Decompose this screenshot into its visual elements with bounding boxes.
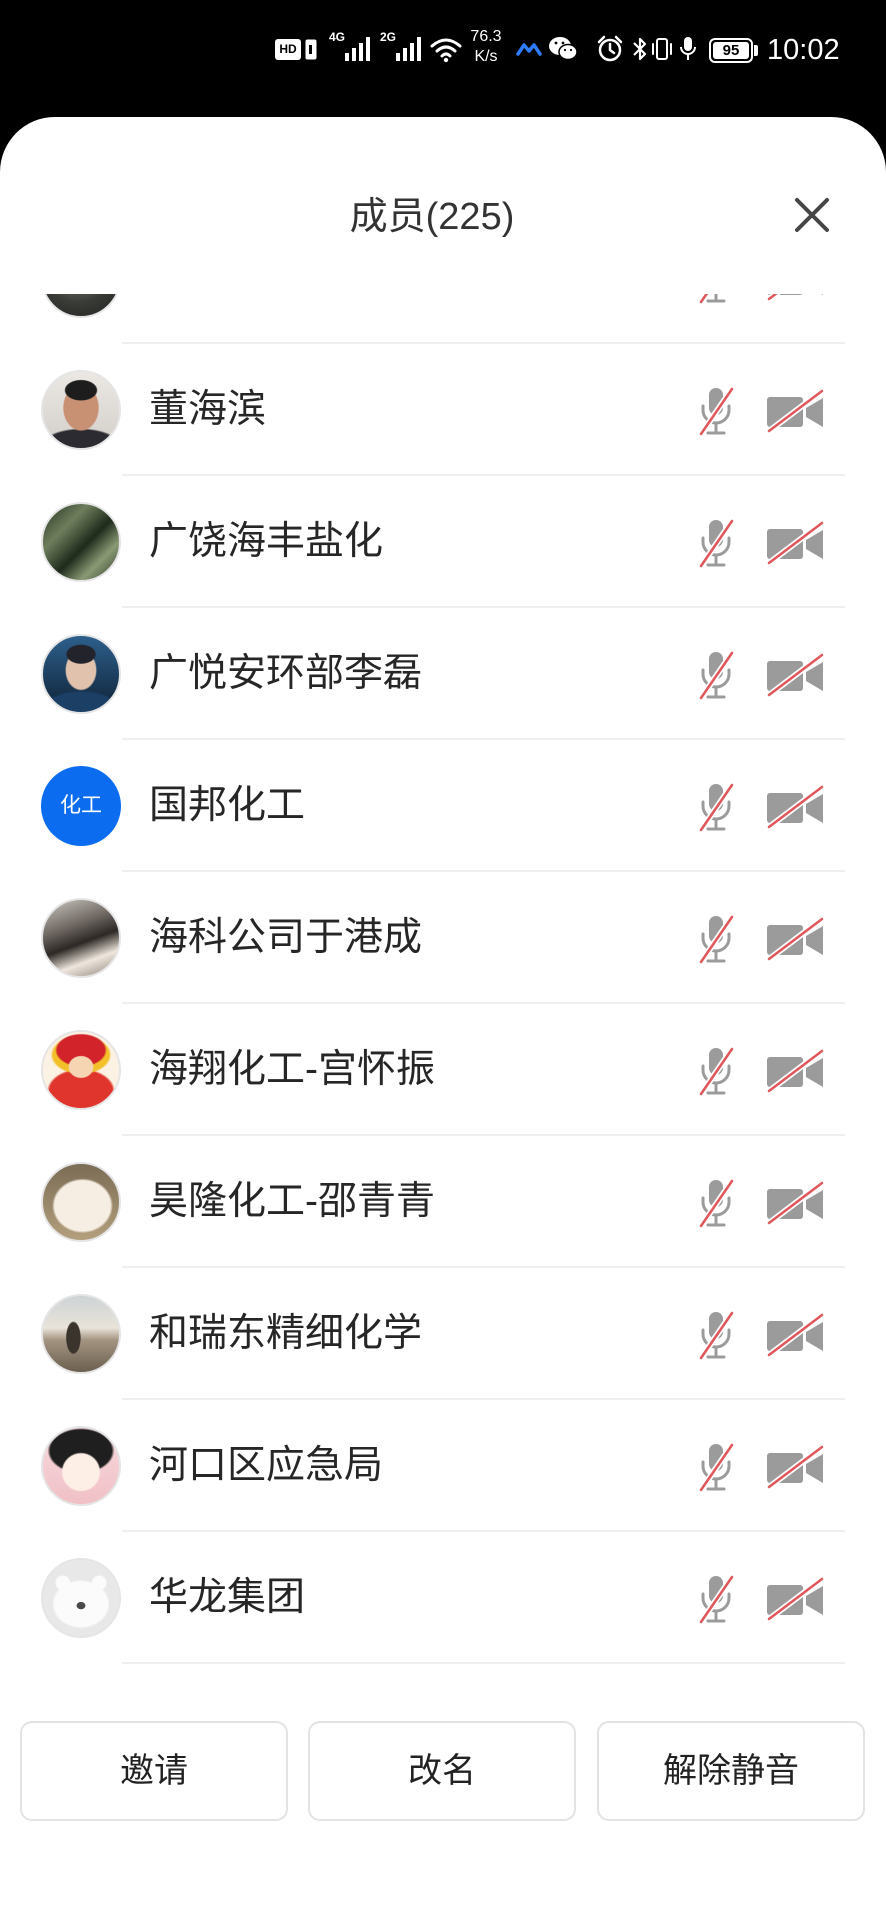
camera-off-icon: [765, 389, 825, 433]
avatar: [41, 1030, 121, 1110]
avatar: [41, 1294, 121, 1374]
mic-off-icon: [697, 781, 735, 833]
battery-level: 95: [713, 42, 749, 59]
signal-icon: [345, 37, 370, 61]
member-name: 华龙集团: [149, 1576, 306, 1619]
mic-off-icon: [697, 294, 735, 305]
camera-off-icon: [765, 294, 825, 301]
member-row[interactable]: 海科公司于港成: [0, 872, 886, 1004]
member-row[interactable]: [0, 294, 886, 344]
member-row[interactable]: 河口区应急局: [0, 1400, 886, 1532]
camera-off-icon: [765, 653, 825, 697]
camera-off-icon: [765, 1577, 825, 1621]
camera-off-icon: [765, 521, 825, 565]
camera-off-icon: [765, 1181, 825, 1225]
mic-off-icon: [697, 1177, 735, 1229]
net-speed: 76.3: [470, 28, 502, 45]
sim1-network-type: 4G: [329, 30, 346, 44]
member-name: 和瑞东精细化学: [149, 1312, 423, 1355]
avatar: [41, 502, 121, 582]
mic-off-icon: [697, 1309, 735, 1361]
microphone-icon: [680, 37, 696, 60]
net-speed-unit: K/s: [474, 48, 498, 65]
sim2-network-type: 2G: [380, 30, 397, 44]
camera-off-icon: [765, 1313, 825, 1357]
member-name: 董海滨: [149, 388, 267, 431]
avatar: [41, 294, 121, 318]
battery-icon: 95: [709, 38, 753, 63]
member-row[interactable]: 昊隆化工-邵青青: [0, 1136, 886, 1268]
alarm-icon: [597, 35, 623, 62]
avatar: [41, 370, 121, 450]
avatar: [41, 1162, 121, 1242]
wechat-icon: [549, 37, 578, 61]
close-button[interactable]: [784, 187, 840, 243]
avatar-text: 化工: [60, 794, 102, 817]
invite-button[interactable]: 邀请: [20, 1721, 288, 1821]
member-row[interactable]: 广饶海丰盐化: [0, 476, 886, 608]
rename-button[interactable]: 改名: [308, 1721, 576, 1821]
member-row[interactable]: 和瑞东精细化学: [0, 1268, 886, 1400]
hd-icon: HD: [275, 39, 301, 60]
mic-off-icon: [697, 385, 735, 437]
member-row[interactable]: 广悦安环部李磊: [0, 608, 886, 740]
avatar: [41, 1426, 121, 1506]
camera-off-icon: [765, 1049, 825, 1093]
close-icon: [795, 198, 829, 232]
bluetooth-icon: [633, 37, 647, 61]
avatar: 化工: [41, 766, 121, 846]
member-name: 河口区应急局: [149, 1444, 384, 1487]
camera-off-icon: [765, 785, 825, 829]
member-name: 国邦化工: [149, 784, 306, 827]
member-row[interactable]: 化工 国邦化工: [0, 740, 886, 872]
wifi-icon: [430, 38, 462, 63]
avatar: [41, 898, 121, 978]
member-name: 昊隆化工-邵青青: [149, 1180, 435, 1223]
vibrate-icon: [652, 38, 672, 60]
battery-nub: [754, 45, 758, 56]
mic-off-icon: [697, 649, 735, 701]
sim-card-icon: [305, 39, 317, 60]
mic-off-icon: [697, 517, 735, 569]
avatar: [41, 634, 121, 714]
mic-off-icon: [697, 1045, 735, 1097]
status-time: 10:02: [767, 34, 840, 66]
avatar: [41, 1558, 121, 1638]
mic-off-icon: [697, 1573, 735, 1625]
page-title: 成员(225): [349, 196, 515, 238]
member-name: 广悦安环部李磊: [149, 652, 423, 695]
unmute-button[interactable]: 解除静音: [597, 1721, 865, 1821]
mic-off-icon: [697, 913, 735, 965]
mic-off-icon: [697, 1441, 735, 1493]
row-divider: [122, 1662, 845, 1664]
member-list[interactable]: 董海滨 广饶海丰盐化 广悦安环部李磊 化工 国邦化工 海科公司于港成 海翔化工-…: [0, 294, 886, 1666]
camera-off-icon: [765, 1445, 825, 1489]
signal-icon: [396, 37, 421, 61]
member-name: 广饶海丰盐化: [149, 520, 384, 563]
member-row[interactable]: 华龙集团: [0, 1532, 886, 1664]
member-row[interactable]: 董海滨: [0, 344, 886, 476]
app-notification-icon: [516, 43, 542, 56]
status-bar: HD 4G 2G 76.3 K/s 95 10:02: [0, 0, 886, 117]
member-row[interactable]: 海翔化工-宫怀振: [0, 1004, 886, 1136]
camera-off-icon: [765, 917, 825, 961]
member-name: 海科公司于港成: [149, 916, 423, 959]
member-name: 海翔化工-宫怀振: [149, 1048, 435, 1091]
